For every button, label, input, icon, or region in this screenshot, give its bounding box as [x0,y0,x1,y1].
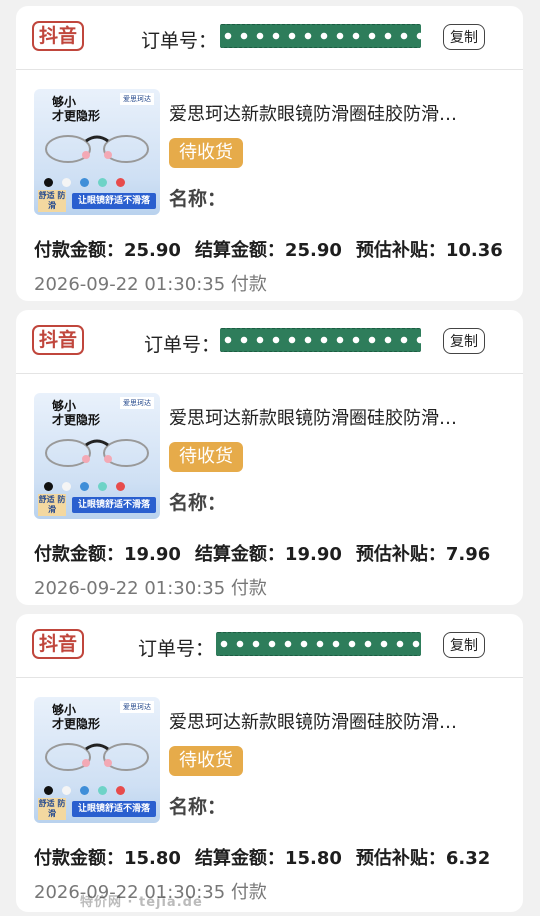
settle-amount: 结算金额：19.90 [194,544,342,565]
payment-time: 2026-09-22 01:30:35 付款 [34,578,267,599]
product-thumbnail[interactable]: 够小 才更隐形 爱思珂达 舒适 防滑 让眼镜舒适不滑落 [34,393,160,519]
platform-badge: 抖音 [32,629,85,659]
amount-row: 付款金额：19.90 结算金额：19.90 预估补贴：7.96 [34,540,504,566]
settle-amount: 结算金额：25.90 [194,240,342,261]
pay-amount: 付款金额：15.80 [34,848,181,869]
watermark: 特价网 · tejia.de [80,895,203,910]
glasses-icon [45,439,149,467]
product-title[interactable]: 爱思珂达新款眼镜防滑圈硅胶防滑… [169,404,457,430]
order-number-label: 订单号： [138,638,215,660]
name-label: 名称： [169,188,227,210]
copy-button[interactable]: 复制 [443,24,485,50]
thumb-title: 够小 才更隐形 [52,703,101,731]
status-badge: 待收货 [169,138,243,168]
name-label: 名称： [169,796,227,818]
order-number-label: 订单号： [141,30,218,52]
thumb-tag: 舒适 防滑 [38,190,66,212]
subsidy-amount: 预估补贴：6.32 [355,848,491,869]
platform-badge: 抖音 [32,325,85,355]
thumb-tag: 舒适 防滑 [38,798,66,820]
glasses-icon [45,743,149,771]
thumb-title: 够小 才更隐形 [52,95,101,123]
thumb-title: 够小 才更隐形 [52,399,101,427]
order-card[interactable]: 抖音 订单号： 复制 够小 才更隐形 爱思珂达 舒适 防滑 让眼镜舒适不滑落 爱… [16,310,523,605]
settle-amount: 结算金额：15.80 [194,848,342,869]
platform-badge: 抖音 [32,21,85,51]
card-header: 抖音 订单号： 复制 [16,614,523,678]
card-header: 抖音 订单号： 复制 [16,310,523,374]
amount-row: 付款金额：15.80 结算金额：15.80 预估补贴：6.32 [34,844,504,870]
thumb-banner: 让眼镜舒适不滑落 [72,497,156,513]
name-label: 名称： [169,492,227,514]
order-card[interactable]: 抖音 订单号： 复制 够小 才更隐形 爱思珂达 舒适 防滑 让眼镜舒适不滑落 爱… [16,6,523,301]
copy-button[interactable]: 复制 [443,328,485,354]
pay-amount: 付款金额：25.90 [34,240,181,261]
thumb-tag: 舒适 防滑 [38,494,66,516]
thumb-banner: 让眼镜舒适不滑落 [72,801,156,817]
card-header: 抖音 订单号： 复制 [16,6,523,70]
order-number-mask [220,328,421,352]
order-number-mask [216,632,421,656]
order-number-label: 订单号： [144,334,221,356]
order-card[interactable]: 抖音 订单号： 复制 够小 才更隐形 爱思珂达 舒适 防滑 让眼镜舒适不滑落 爱… [16,614,523,912]
status-badge: 待收货 [169,442,243,472]
product-title[interactable]: 爱思珂达新款眼镜防滑圈硅胶防滑… [169,708,457,734]
glasses-icon [45,135,149,163]
copy-button[interactable]: 复制 [443,632,485,658]
subsidy-amount: 预估补贴：7.96 [355,544,491,565]
thumb-banner: 让眼镜舒适不滑落 [72,193,156,209]
product-thumbnail[interactable]: 够小 才更隐形 爱思珂达 舒适 防滑 让眼镜舒适不滑落 [34,89,160,215]
color-dots [44,172,134,191]
order-number-mask [220,24,421,48]
amount-row: 付款金额：25.90 结算金额：25.90 预估补贴：10.36 [34,236,517,262]
thumb-brand: 爱思珂达 [120,397,154,409]
subsidy-amount: 预估补贴：10.36 [355,240,503,261]
thumb-brand: 爱思珂达 [120,93,154,105]
product-thumbnail[interactable]: 够小 才更隐形 爱思珂达 舒适 防滑 让眼镜舒适不滑落 [34,697,160,823]
thumb-brand: 爱思珂达 [120,701,154,713]
color-dots [44,780,134,799]
color-dots [44,476,134,495]
product-title[interactable]: 爱思珂达新款眼镜防滑圈硅胶防滑… [169,100,457,126]
status-badge: 待收货 [169,746,243,776]
payment-time: 2026-09-22 01:30:35 付款 [34,274,267,295]
pay-amount: 付款金额：19.90 [34,544,181,565]
